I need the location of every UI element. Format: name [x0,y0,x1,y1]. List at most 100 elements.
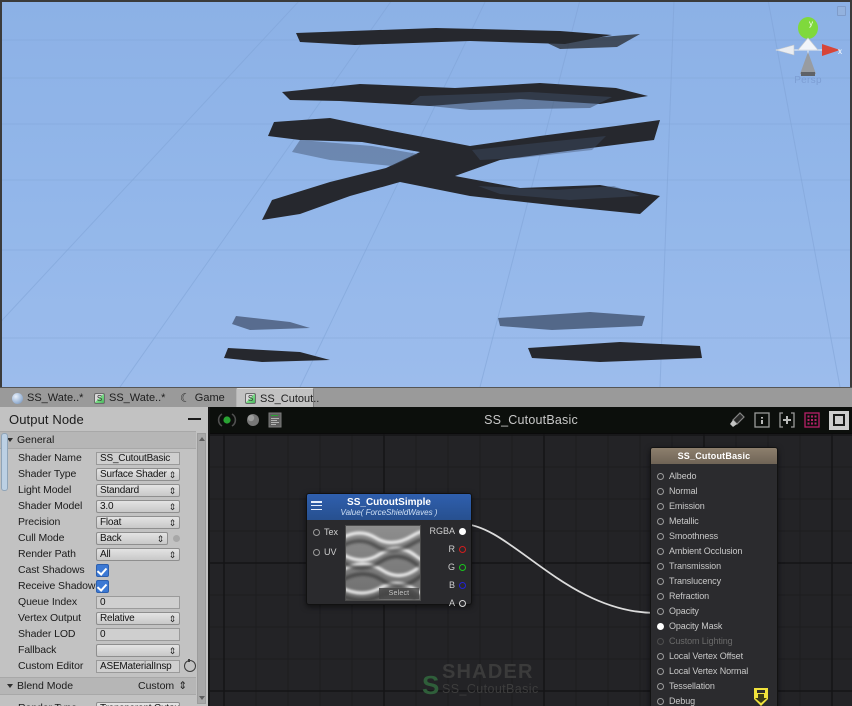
vertex-output-dropdown[interactable]: Relative ⇕ [96,611,180,625]
dock-tab-bar[interactable]: SS_Wate..* S SS_Wate..* ☾ Game S SS_Cuto… [0,387,852,408]
port-refraction[interactable]: Refraction [651,590,777,602]
row-render-type[interactable]: Render Type Transparent Cutout ⇕ [0,701,196,706]
cull-mode-dropdown[interactable]: Back ⇕ [96,531,168,545]
cast-shadows-checkbox[interactable] [96,563,109,577]
row-shader-lod[interactable]: Shader LOD 0 [0,627,196,641]
master-output-node[interactable]: SS_CutoutBasic Albedo Normal Emission Me… [650,447,778,706]
gizmo-lock-icon[interactable] [837,6,846,16]
input-port-uv[interactable]: UV [313,546,338,558]
render-type-dropdown[interactable]: Transparent Cutout ⇕ [96,701,180,706]
node-menu-icon[interactable] [311,501,322,510]
gizmo-projection-label[interactable]: Persp [768,75,848,86]
port-smoothness[interactable]: Smoothness [651,530,777,542]
output-port-rgba[interactable]: RGBA [429,525,466,537]
fallback-dropdown[interactable]: ⇕ [96,643,180,657]
port-transmission[interactable]: Transmission [651,560,777,572]
row-render-path[interactable]: Render Path All ⇕ [0,547,196,561]
tab-shader-ss-water[interactable]: S SS_Wate..* [86,388,170,408]
foldout-general[interactable]: General [0,431,196,449]
output-port-r[interactable]: R [449,543,466,555]
port-albedo[interactable]: Albedo [651,470,777,482]
port-dot-icon[interactable] [657,697,664,705]
port-translucency[interactable]: Translucency [651,575,777,587]
row-fallback[interactable]: Fallback ⇕ [0,643,196,657]
graph-toolbar[interactable]: SS_CutoutBasic [210,407,852,434]
grid-icon[interactable] [803,411,821,429]
row-custom-editor[interactable]: Custom Editor ASEMaterialInsp [0,659,196,673]
inspector-scrollbar-thumb[interactable] [1,433,8,491]
shader-lod-input[interactable]: 0 [96,627,180,641]
port-dot-icon[interactable] [459,599,466,607]
port-dot-icon[interactable] [459,563,466,571]
port-dot-icon[interactable] [657,577,664,585]
port-dot-icon[interactable] [459,545,466,553]
port-ambient-occlusion[interactable]: Ambient Occlusion [651,545,777,557]
live-update-icon[interactable] [216,412,238,428]
port-emission[interactable]: Emission [651,500,777,512]
inspector-scrollbar[interactable] [197,433,206,704]
foldout-blend-mode[interactable]: Blend Mode Custom ⇕ [0,677,196,695]
save-download-icon[interactable] [750,686,772,706]
port-opacity[interactable]: Opacity [651,605,777,617]
shader-model-dropdown[interactable]: 3.0 ⇕ [96,499,180,513]
port-local-vertex-offset[interactable]: Local Vertex Offset [651,650,777,662]
port-dot-icon[interactable] [657,682,664,690]
port-dot-icon[interactable] [657,607,664,615]
row-precision[interactable]: Precision Float ⇕ [0,515,196,529]
row-shader-name[interactable]: Shader Name SS_CutoutBasic [0,451,196,465]
blend-mode-preset-dropdown[interactable]: Custom ⇕ [138,680,196,692]
tab-game[interactable]: ☾ Game [172,388,230,408]
port-normal[interactable]: Normal [651,485,777,497]
port-dot-icon[interactable] [657,502,664,510]
port-opacity-mask[interactable]: Opacity Mask [651,620,777,632]
scene-view-gizmo[interactable]: y x Persp [768,4,848,88]
shader-name-input[interactable]: SS_CutoutBasic [96,451,180,465]
receive-shadows-checkbox[interactable] [96,579,109,593]
scroll-up-icon[interactable] [199,437,205,441]
row-receive-shadows[interactable]: Receive Shadows [0,579,196,593]
queue-index-input[interactable]: 0 [96,595,180,609]
custom-editor-gear-icon[interactable] [184,659,196,672]
port-dot-icon[interactable] [657,517,664,525]
input-port-tex[interactable]: Tex [313,526,338,538]
port-dot-icon[interactable] [657,622,664,630]
row-shader-model[interactable]: Shader Model 3.0 ⇕ [0,499,196,513]
row-cull-mode[interactable]: Cull Mode Back ⇕ [0,531,196,545]
add-node-icon[interactable] [778,411,796,429]
port-dot-icon[interactable] [657,487,664,495]
scroll-down-icon[interactable] [199,696,205,700]
precision-dropdown[interactable]: Float ⇕ [96,515,180,529]
cleanup-broom-icon[interactable] [728,411,746,429]
shader-type-dropdown[interactable]: Surface Shader ⇕ [96,467,180,481]
properties-icon[interactable] [268,412,282,428]
output-node-inspector[interactable]: Output Node General Shader Name SS_Cutou… [0,407,208,706]
port-dot-icon[interactable] [657,652,664,660]
info-icon[interactable] [753,411,771,429]
output-port-g[interactable]: G [448,561,466,573]
row-shader-type[interactable]: Shader Type Surface Shader ⇕ [0,467,196,481]
texture-preview-thumbnail[interactable]: Select [345,525,421,601]
focus-icon[interactable] [828,409,850,431]
texture-select-button[interactable]: Select [379,588,419,599]
port-dot-icon[interactable] [657,532,664,540]
shader-graph-canvas[interactable]: S SHADER SS_CutoutBasic SS_CutoutBasic S… [208,407,852,706]
light-model-dropdown[interactable]: Standard ⇕ [96,483,180,497]
node-header[interactable]: SS_CutoutBasic [651,448,777,464]
row-queue-index[interactable]: Queue Index 0 [0,595,196,609]
minimize-icon[interactable] [188,418,201,420]
port-dot-icon[interactable] [657,592,664,600]
row-light-model[interactable]: Light Model Standard ⇕ [0,483,196,497]
output-port-b[interactable]: B [449,579,466,591]
scene-view[interactable]: y x Persp [0,0,852,387]
port-dot-icon[interactable] [657,562,664,570]
port-dot-icon[interactable] [657,547,664,555]
sphere-preview-icon[interactable] [246,412,260,428]
port-local-vertex-normal[interactable]: Local Vertex Normal [651,665,777,677]
output-port-a[interactable]: A [449,597,466,609]
texture-sample-node[interactable]: SS_CutoutSimple Value( ForceShieldWaves … [306,493,472,608]
port-dot-icon[interactable] [459,581,466,589]
port-metallic[interactable]: Metallic [651,515,777,527]
tab-shader-ss-cutout[interactable]: S SS_Cutout.. [236,388,319,408]
tab-scene-ss-water[interactable]: SS_Wate..* [4,388,84,408]
port-dot-icon[interactable] [313,548,320,556]
